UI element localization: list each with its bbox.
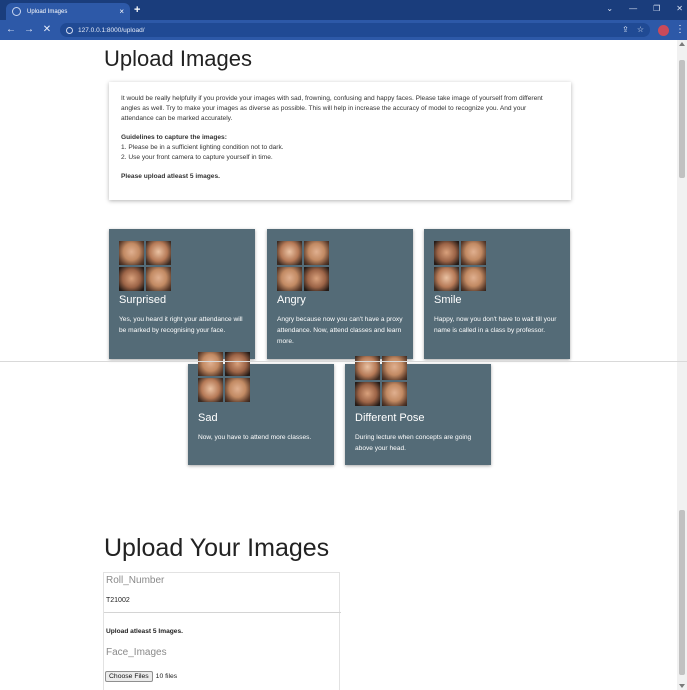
card-smile: Smile Happy, now you don't have to wait … bbox=[424, 229, 570, 359]
face-image bbox=[382, 356, 407, 380]
face-image bbox=[461, 241, 486, 265]
face-image bbox=[304, 267, 329, 291]
url-text[interactable]: 127.0.0.1:8000/upload/ bbox=[78, 27, 614, 34]
face-thumbnails bbox=[119, 241, 171, 291]
face-image bbox=[355, 382, 380, 406]
face-image bbox=[198, 378, 223, 402]
card-title: Angry bbox=[277, 294, 306, 306]
face-thumbnails bbox=[277, 241, 329, 291]
face-image bbox=[434, 267, 459, 291]
face-image bbox=[119, 267, 144, 291]
loading-icon bbox=[12, 7, 21, 16]
form-note: Upload atleast 5 Images. bbox=[106, 628, 183, 635]
card-text: Now, you have to attend more classes. bbox=[198, 434, 312, 441]
star-icon[interactable]: ☆ bbox=[637, 25, 644, 35]
guideline-item: 2. Use your front camera to capture your… bbox=[121, 154, 273, 161]
face-image bbox=[304, 241, 329, 265]
kebab-menu-icon[interactable]: ⋮ bbox=[675, 25, 685, 35]
divider bbox=[0, 361, 687, 362]
face-image bbox=[119, 241, 144, 265]
file-count: 10 files bbox=[155, 673, 178, 680]
browser-tab[interactable]: Upload Images × bbox=[6, 3, 130, 20]
forward-icon[interactable]: → bbox=[22, 24, 36, 36]
card-title: Smile bbox=[434, 294, 462, 306]
guidelines-title: Guidelines to capture the images: bbox=[121, 134, 227, 141]
scroll-thumb[interactable] bbox=[679, 510, 685, 675]
face-image bbox=[198, 352, 223, 376]
divider bbox=[104, 612, 341, 613]
minimize-icon[interactable]: — bbox=[629, 3, 637, 15]
face-thumbnails bbox=[355, 356, 407, 406]
face-image bbox=[277, 267, 302, 291]
upload-form: Roll_Number T21002 Upload atleast 5 Imag… bbox=[103, 572, 341, 690]
scrollbar[interactable] bbox=[677, 40, 687, 690]
instructions-box: It would be really helpfully if you prov… bbox=[109, 82, 571, 200]
card-text: During lecture when concepts are going a… bbox=[355, 434, 472, 452]
card-text: Angry because now you can't have a proxy… bbox=[277, 316, 403, 345]
tab-search-icon[interactable]: ⌄ bbox=[606, 3, 613, 15]
close-tab-icon[interactable]: × bbox=[119, 7, 124, 16]
card-different-pose: Different Pose During lecture when conce… bbox=[345, 356, 491, 465]
card-sad: Sad Now, you have to attend more classes… bbox=[188, 352, 334, 465]
omnibox[interactable]: 127.0.0.1:8000/upload/ ⇪ ☆ bbox=[60, 23, 650, 37]
face-image bbox=[225, 378, 250, 402]
scroll-up-icon[interactable] bbox=[679, 42, 685, 46]
page-viewport: Upload Images It would be really helpful… bbox=[0, 40, 677, 690]
back-icon[interactable]: ← bbox=[4, 24, 18, 36]
page-title: Upload Images bbox=[104, 46, 252, 71]
choose-files-button[interactable]: Choose Files bbox=[105, 671, 153, 682]
face-image bbox=[277, 241, 302, 265]
card-surprised: Surprised Yes, you heard it right your a… bbox=[109, 229, 255, 359]
face-image bbox=[146, 241, 171, 265]
profile-avatar[interactable] bbox=[658, 24, 669, 36]
close-window-icon[interactable]: ✕ bbox=[676, 3, 683, 15]
roll-number-input[interactable]: T21002 bbox=[106, 597, 130, 604]
new-tab-icon[interactable]: + bbox=[134, 3, 140, 17]
file-input[interactable]: Choose Files 10 files bbox=[105, 671, 177, 682]
upload-note: Please upload atleast 5 images. bbox=[121, 173, 220, 180]
card-text: Happy, now you don't have to wait till y… bbox=[434, 316, 557, 334]
card-title: Surprised bbox=[119, 294, 167, 306]
card-angry: Angry Angry because now you can't have a… bbox=[267, 229, 413, 359]
face-image bbox=[225, 352, 250, 376]
face-image bbox=[355, 356, 380, 380]
window-controls: ⌄ — ❐ ✕ bbox=[606, 3, 683, 15]
scroll-thumb[interactable] bbox=[679, 60, 685, 178]
face-image bbox=[461, 267, 486, 291]
upload-form-heading: Upload Your Images bbox=[104, 534, 330, 562]
intro-text: It would be really helpfully if you prov… bbox=[121, 95, 543, 122]
card-title: Sad bbox=[198, 412, 218, 424]
face-images-label: Face_Images bbox=[106, 647, 167, 658]
restore-icon[interactable]: ❐ bbox=[653, 3, 660, 15]
face-image bbox=[382, 382, 407, 406]
site-info-icon[interactable] bbox=[66, 26, 73, 34]
face-image bbox=[434, 241, 459, 265]
scroll-down-icon[interactable] bbox=[679, 684, 685, 688]
address-bar: ← → ✕ 127.0.0.1:8000/upload/ ⇪ ☆ ⋮ bbox=[0, 20, 687, 40]
stop-loading-icon[interactable]: ✕ bbox=[40, 24, 54, 36]
card-title: Different Pose bbox=[355, 412, 425, 424]
tab-title: Upload Images bbox=[27, 8, 68, 15]
share-icon[interactable]: ⇪ bbox=[622, 25, 629, 35]
face-thumbnails bbox=[198, 352, 250, 402]
roll-number-label: Roll_Number bbox=[106, 575, 165, 586]
guideline-item: 1. Please be in a sufficient lighting co… bbox=[121, 144, 284, 151]
tab-strip: Upload Images × + ⌄ — ❐ ✕ bbox=[0, 0, 687, 20]
face-image bbox=[146, 267, 171, 291]
face-thumbnails bbox=[434, 241, 486, 291]
card-text: Yes, you heard it right your attendance … bbox=[119, 316, 243, 334]
